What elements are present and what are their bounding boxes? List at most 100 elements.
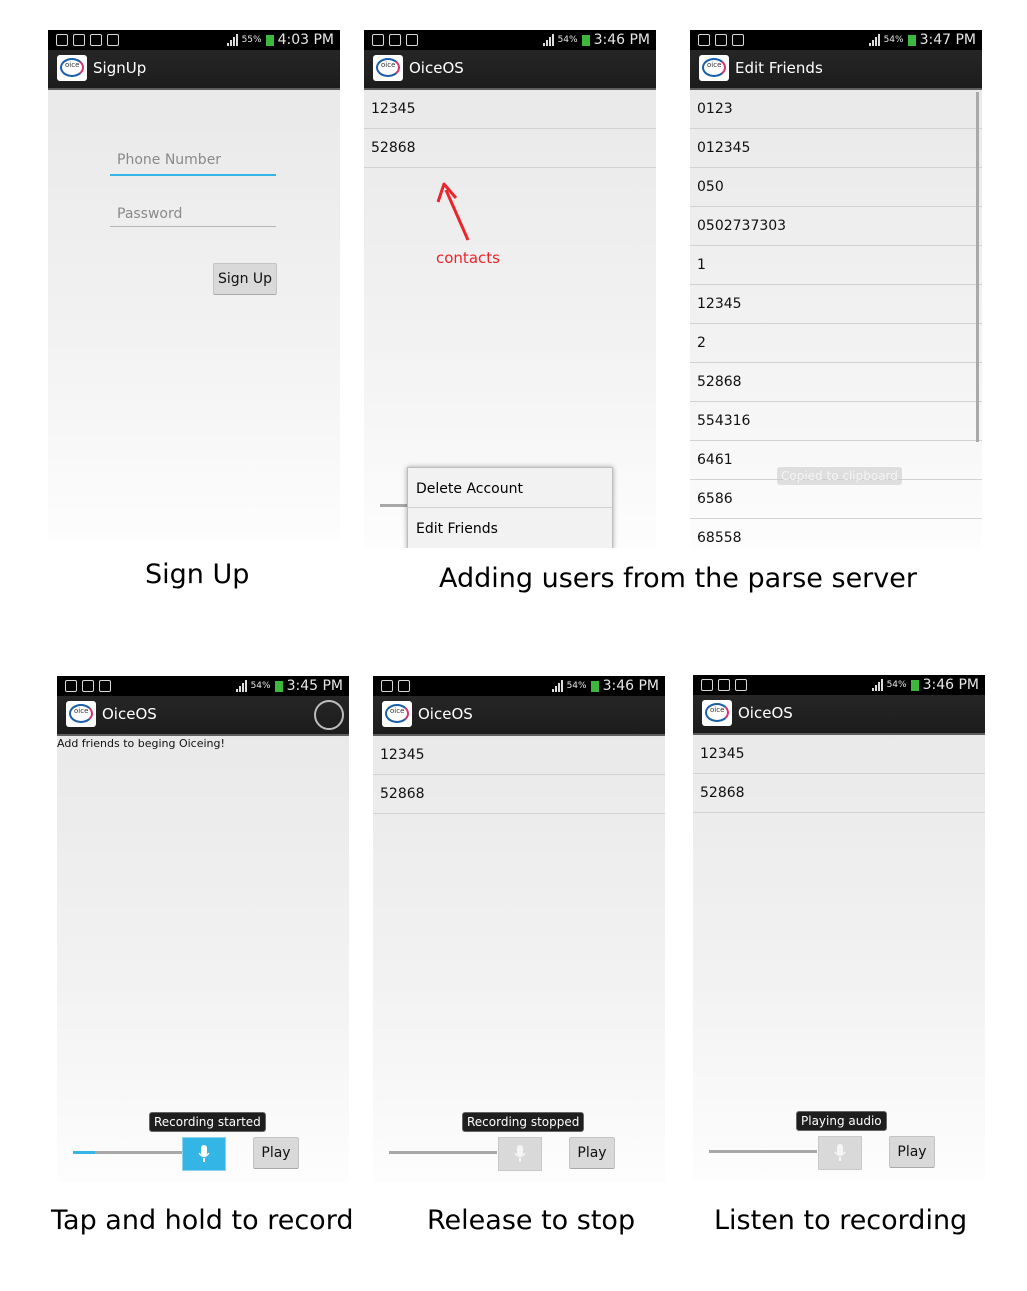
app-logo: oice (699, 55, 729, 81)
contact-row[interactable]: 52868 (364, 129, 656, 168)
battery-percent: 54% (883, 35, 904, 45)
contact-row[interactable]: 52868 (693, 774, 985, 813)
friend-row[interactable]: 52868 (690, 363, 982, 402)
bbm-icon (718, 679, 730, 691)
battery-icon (907, 34, 916, 46)
status-bar: 54% 3:47 PM (690, 30, 982, 50)
screen-recording-stopped: 54% 3:46 PM oice OiceOS 12345 52868 Reco… (373, 676, 665, 1182)
caption-release-to-stop: Release to stop (427, 1205, 636, 1236)
screen-edit-friends: 54% 3:47 PM oice Edit Friends 0123 01234… (690, 30, 982, 548)
gallery-icon (65, 680, 77, 692)
download-icon (398, 680, 410, 692)
empty-message: Add friends to beging Oiceing! (57, 737, 225, 750)
bbm-icon (82, 680, 94, 692)
password-field[interactable]: Password (110, 206, 276, 227)
microphone-icon (198, 1145, 210, 1162)
friend-row[interactable]: 0123 (690, 90, 982, 129)
scrollbar[interactable] (976, 92, 979, 442)
signal-icon (235, 680, 247, 692)
annotation-arrow (436, 182, 470, 241)
screen-recording-started: 54% 3:45 PM oice OiceOS Add friends to b… (57, 676, 349, 1182)
seek-bar[interactable] (73, 1151, 183, 1154)
download-icon (406, 34, 418, 46)
toast-recording-started: Recording started (149, 1112, 266, 1132)
friend-row[interactable]: 2 (690, 324, 982, 363)
clock: 3:45 PM (286, 678, 343, 694)
toast-recording-stopped: Recording stopped (462, 1112, 585, 1132)
microphone-icon (514, 1145, 526, 1162)
signal-icon (868, 34, 880, 46)
upload-icon (56, 34, 68, 46)
play-button[interactable]: Play (569, 1137, 615, 1169)
status-bar: 55% 4:03 PM (48, 30, 340, 50)
screen-title: OiceOS (409, 59, 464, 77)
seek-bar[interactable] (709, 1150, 817, 1153)
battery-percent: 55% (241, 35, 262, 45)
contacts-list: 12345 52868 (364, 90, 656, 168)
friend-row[interactable]: 554316 (690, 402, 982, 441)
clock: 3:46 PM (593, 32, 650, 48)
clock: 4:03 PM (277, 32, 334, 48)
seek-bar-progress (73, 1151, 95, 1154)
action-bar: oice OiceOS (693, 695, 985, 735)
friend-row[interactable]: 1 (690, 246, 982, 285)
play-button[interactable]: Play (253, 1137, 299, 1169)
app-logo: oice (382, 701, 412, 727)
battery-icon (265, 34, 274, 46)
battery-percent: 54% (250, 681, 271, 691)
battery-icon (590, 680, 599, 692)
friend-row[interactable]: 0502737303 (690, 207, 982, 246)
screen-title: SignUp (93, 59, 147, 77)
battery-icon (581, 34, 590, 46)
loading-spinner-icon (314, 700, 344, 730)
action-bar: oice OiceOS (373, 696, 665, 736)
app-logo: oice (66, 701, 96, 727)
gallery-icon (701, 679, 713, 691)
toast-copied: Copied to clipboard (777, 467, 902, 485)
gallery-icon (372, 34, 384, 46)
record-button[interactable] (818, 1136, 862, 1170)
friend-row[interactable]: 6586 (690, 480, 982, 519)
screen-title: OiceOS (418, 705, 473, 723)
friend-row[interactable]: 012345 (690, 129, 982, 168)
microphone-icon (834, 1144, 846, 1161)
overflow-menu: Delete Account Edit Friends (407, 467, 613, 548)
signal-icon (542, 34, 554, 46)
seek-bar[interactable] (389, 1151, 497, 1154)
screen-signup: 55% 4:03 PM oice SignUp Phone Number Pas… (48, 30, 340, 540)
bbm-icon (381, 680, 393, 692)
caption-adding-users: Adding users from the parse server (439, 563, 917, 594)
toast-playing-audio: Playing audio (796, 1111, 887, 1131)
friend-row[interactable]: 68558 (690, 519, 982, 548)
phone-number-placeholder: Phone Number (117, 152, 222, 168)
friend-row[interactable]: 050 (690, 168, 982, 207)
clock: 3:46 PM (602, 678, 659, 694)
contact-row[interactable]: 52868 (373, 775, 665, 814)
action-bar: oice Edit Friends (690, 50, 982, 90)
contact-row[interactable]: 12345 (373, 736, 665, 775)
contact-row[interactable]: 12345 (364, 90, 656, 129)
app-logo: oice (702, 700, 732, 726)
battery-percent: 54% (557, 35, 578, 45)
battery-percent: 54% (886, 680, 907, 690)
bbm-icon (90, 34, 102, 46)
menu-item-edit-friends[interactable]: Edit Friends (408, 508, 612, 547)
sign-up-button[interactable]: Sign Up (213, 263, 277, 295)
download-icon (99, 680, 111, 692)
signal-icon (871, 679, 883, 691)
friend-row[interactable]: 12345 (690, 285, 982, 324)
download-icon (107, 34, 119, 46)
contact-row[interactable]: 12345 (693, 735, 985, 774)
menu-item-delete-account[interactable]: Delete Account (408, 468, 612, 508)
signal-icon (226, 34, 238, 46)
play-button[interactable]: Play (889, 1136, 935, 1168)
app-logo: oice (373, 55, 403, 81)
phone-number-field[interactable]: Phone Number (110, 152, 276, 176)
record-button[interactable] (182, 1137, 226, 1171)
screen-playing-audio: 54% 3:46 PM oice OiceOS 12345 52868 Play… (693, 675, 985, 1181)
caption-listen: Listen to recording (714, 1205, 968, 1236)
battery-icon (910, 679, 919, 691)
contacts-list: 12345 52868 (373, 736, 665, 814)
record-button[interactable] (498, 1137, 542, 1171)
seek-bar-partial (380, 504, 408, 507)
